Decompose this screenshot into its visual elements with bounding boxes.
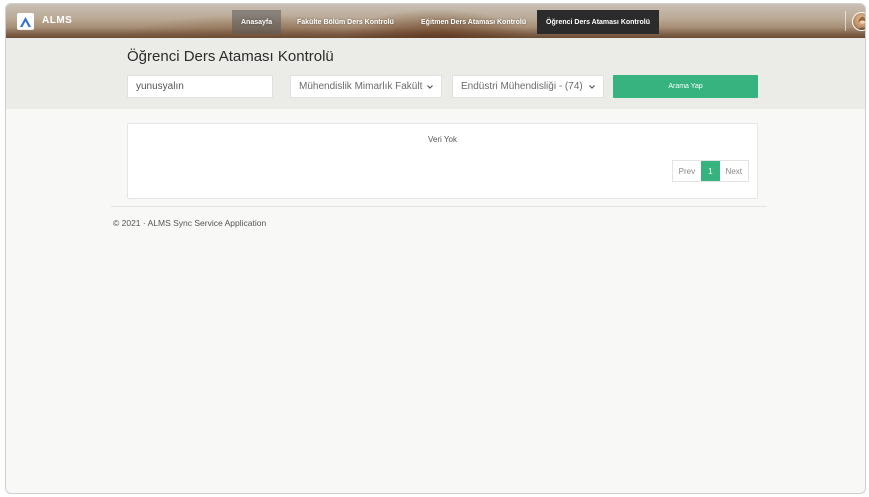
top-navbar: ALMS Anasayfa Fakülte Bölüm Ders Kontrol… — [6, 4, 865, 38]
chevron-down-icon — [427, 85, 433, 89]
nav-item-instructor-assignment-check[interactable]: Eğitmen Ders Ataması Kontrolü — [412, 10, 535, 34]
filter-header: Öğrenci Ders Ataması Kontrolü Mühendisli… — [6, 38, 865, 109]
department-select-value: Endüstri Mühendisliği - (74) — [461, 81, 583, 92]
nav-item-faculty-course-check[interactable]: Fakülte Bölüm Ders Kontrolü — [288, 10, 403, 34]
pagination-next-button[interactable]: Next — [719, 161, 748, 181]
department-select[interactable]: Endüstri Mühendisliği - (74) — [452, 75, 604, 98]
app-logo-text[interactable]: ALMS — [42, 15, 72, 26]
search-button[interactable]: Arama Yap — [613, 75, 758, 98]
footer-text: © 2021 · ALMS Sync Service Application — [113, 218, 267, 228]
page-title: Öğrenci Ders Ataması Kontrolü — [127, 48, 334, 65]
alms-logo-icon[interactable] — [17, 13, 34, 30]
results-card: Veri Yok Prev 1 Next — [127, 123, 758, 199]
pagination: Prev 1 Next — [671, 160, 749, 182]
user-avatar[interactable] — [852, 12, 865, 31]
nav-item-student-assignment-check[interactable]: Öğrenci Ders Ataması Kontrolü — [537, 10, 659, 34]
username-input[interactable] — [127, 75, 273, 98]
app-window: ALMS Anasayfa Fakülte Bölüm Ders Kontrol… — [5, 3, 866, 494]
faculty-select-value: Mühendislik Mimarlık Fakültesi — [299, 81, 423, 92]
empty-state-text: Veri Yok — [428, 135, 457, 144]
footer-divider — [111, 206, 767, 207]
username-field[interactable] — [136, 81, 272, 92]
nav-divider — [845, 11, 846, 31]
pagination-page-current[interactable]: 1 — [701, 161, 720, 181]
chevron-down-icon — [589, 85, 595, 89]
faculty-select[interactable]: Mühendislik Mimarlık Fakültesi — [290, 75, 442, 98]
nav-item-home[interactable]: Anasayfa — [232, 10, 282, 34]
pagination-prev-button[interactable]: Prev — [672, 161, 702, 181]
